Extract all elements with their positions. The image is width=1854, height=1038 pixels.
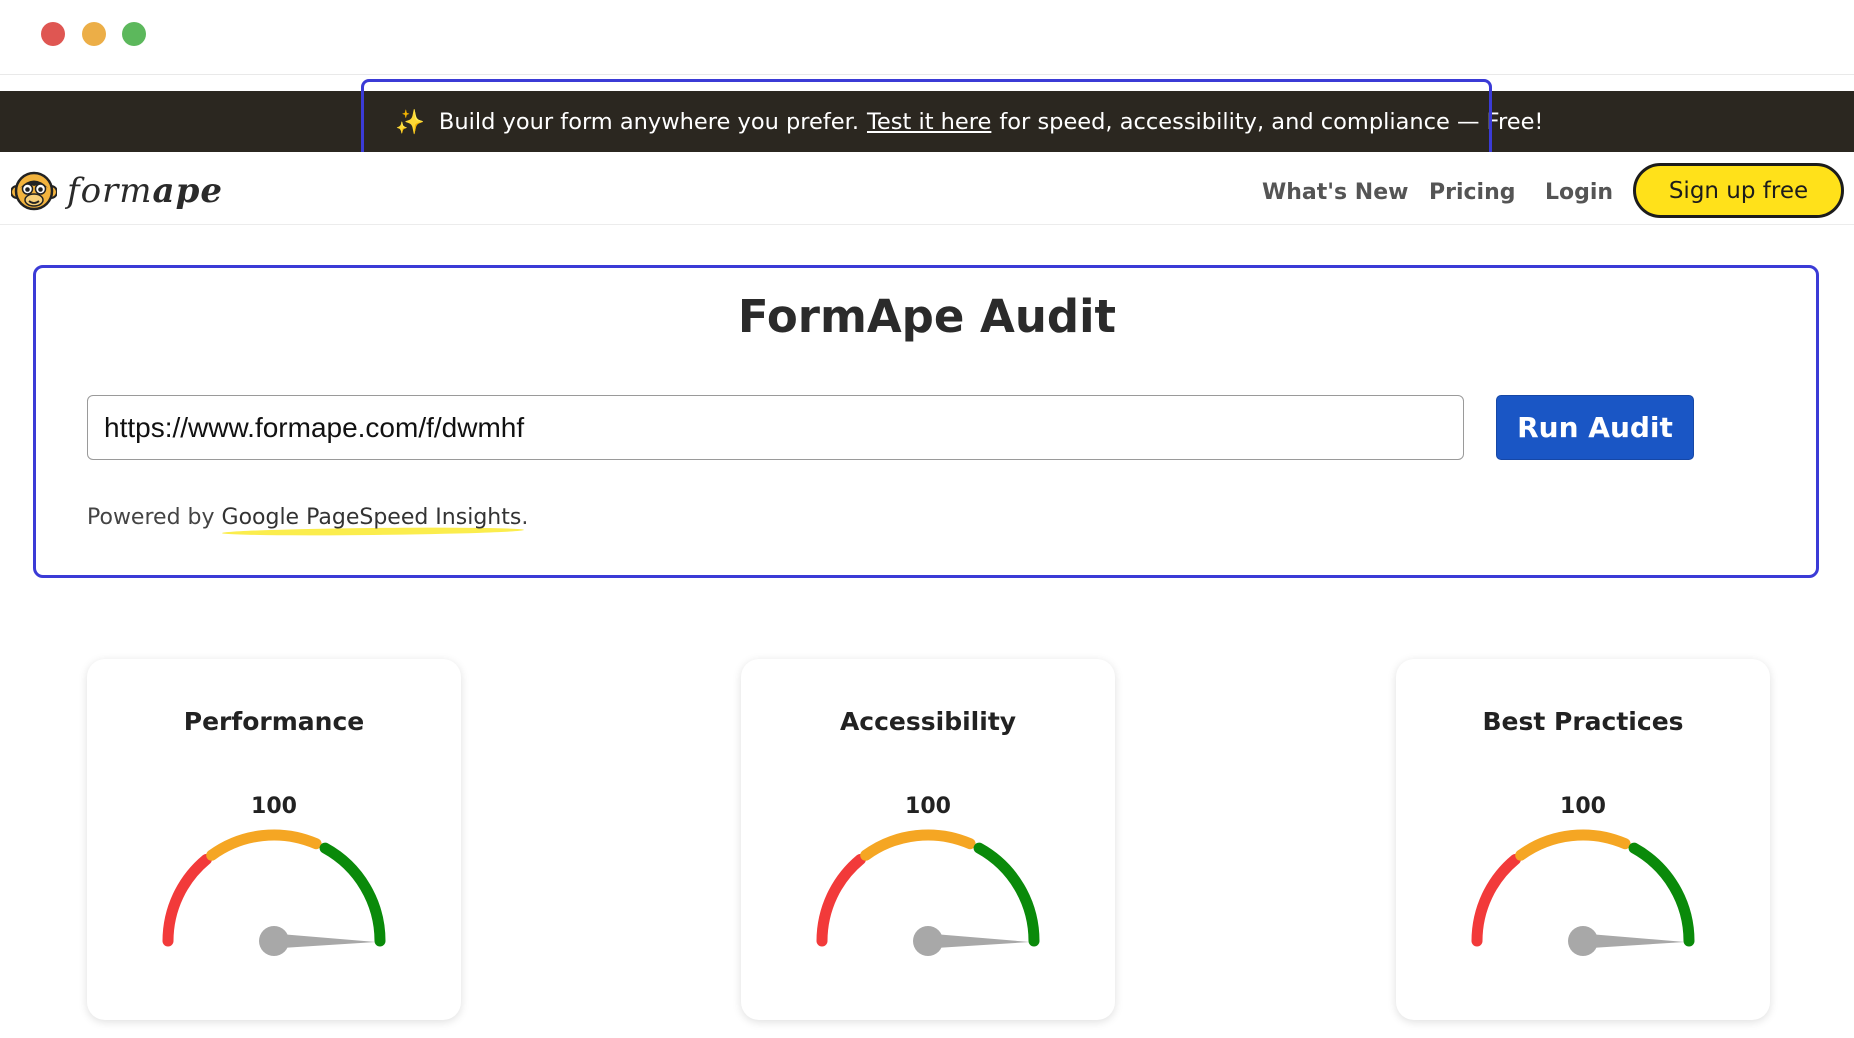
banner-content: ✨ Build your form anywhere you prefer. T… (395, 91, 1543, 152)
card-title: Performance (183, 707, 365, 736)
gauge-needle-hub (259, 926, 289, 956)
gauge-needle (928, 933, 1030, 949)
score-gauge: 100 (162, 794, 386, 956)
nav-login[interactable]: Login (1545, 180, 1613, 205)
powered-by: Powered by Google PageSpeed Insights. (87, 505, 528, 530)
gauge-needle-hub (1568, 926, 1598, 956)
banner-text-before: Build your form anywhere you prefer. (438, 108, 859, 135)
logo[interactable]: formape (11, 168, 223, 214)
banner-test-link[interactable]: Test it here (867, 109, 991, 135)
pagespeed-link[interactable]: Google PageSpeed Insights (222, 505, 522, 530)
gauge-score-label: 100 (1560, 794, 1606, 819)
card-title: Best Practices (1482, 707, 1684, 736)
card-title: Accessibility (839, 707, 1017, 736)
url-input[interactable] (87, 395, 1464, 460)
gauge-segment-green (973, 842, 1040, 947)
gauge-segment-green (319, 842, 386, 947)
gauge-score-label: 100 (905, 794, 951, 819)
gauge-needle-hub (913, 926, 943, 956)
gauge-segment-orange (860, 829, 976, 861)
score-card-accessibility: Accessibility 100 (741, 659, 1115, 1020)
gauge-segment-green (1628, 842, 1695, 947)
score-card-performance: Performance 100 (87, 659, 461, 1020)
gauge-needle (1583, 933, 1685, 949)
sign-up-button[interactable]: Sign up free (1633, 163, 1844, 218)
page-title: FormApe Audit (737, 290, 1117, 343)
gauge-needle (274, 933, 376, 949)
score-gauge: 100 (816, 794, 1040, 956)
banner-text-after: for speed, accessibility, and compliance… (999, 108, 1544, 135)
minimize-window-button[interactable] (82, 22, 106, 46)
nav-pricing[interactable]: Pricing (1429, 180, 1516, 205)
close-window-button[interactable] (41, 22, 65, 46)
gauge-segment-red (816, 853, 866, 947)
gauge-score-label: 100 (251, 794, 297, 819)
maximize-window-button[interactable] (122, 22, 146, 46)
gauge-segment-orange (1515, 829, 1631, 861)
brand-name: formape (67, 171, 223, 211)
run-audit-button[interactable]: Run Audit (1496, 395, 1694, 460)
powered-suffix: . (521, 505, 529, 530)
score-card-best-practices: Best Practices 100 (1396, 659, 1770, 1020)
powered-prefix: Powered by (87, 505, 215, 530)
monkey-logo-icon (11, 171, 57, 211)
gauge-segment-red (162, 853, 212, 947)
brand-part-form: form (67, 171, 153, 211)
gauge-segment-red (1471, 853, 1521, 947)
window-titlebar (0, 0, 1854, 75)
score-gauge: 100 (1471, 794, 1695, 956)
brand-part-ape: ape (152, 171, 223, 211)
sparkle-icon: ✨ (395, 107, 425, 136)
nav-whats-new[interactable]: What's New (1262, 180, 1408, 205)
gauge-segment-orange (206, 829, 322, 861)
